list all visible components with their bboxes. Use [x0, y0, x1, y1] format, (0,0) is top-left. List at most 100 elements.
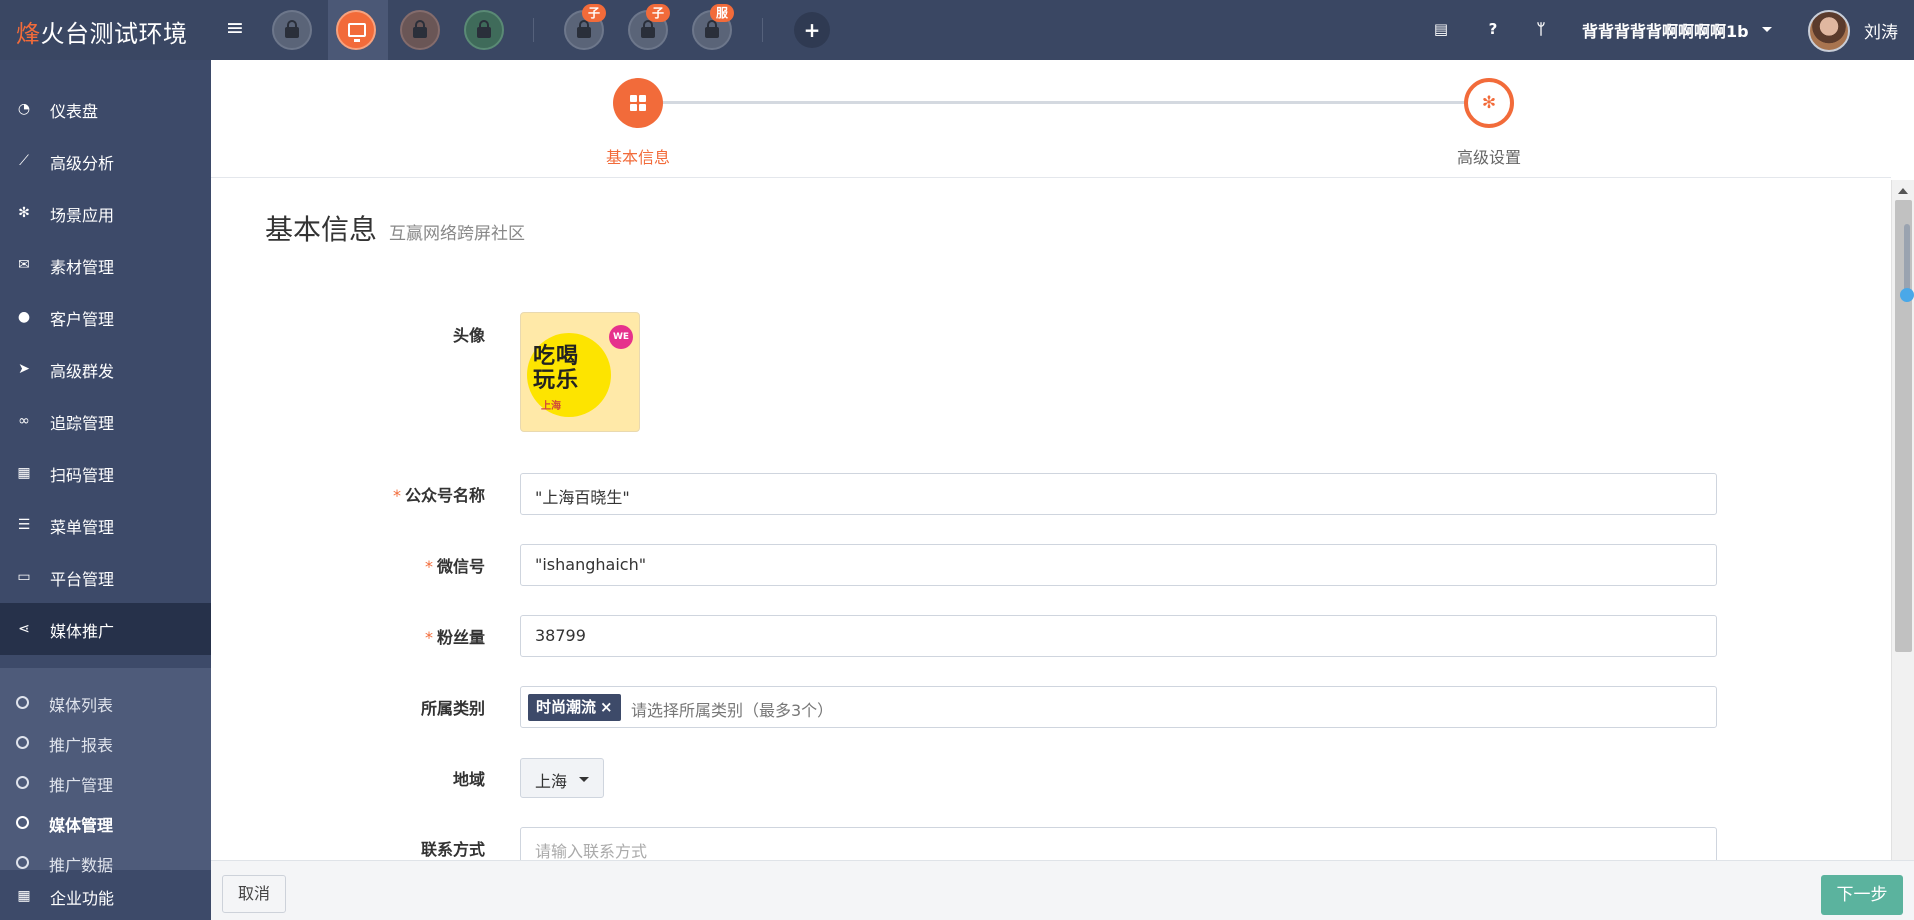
- header-divider: [533, 18, 534, 42]
- label-text: 地域: [452, 770, 485, 789]
- chevron-down-icon: [579, 777, 589, 782]
- contact-label: 联系方式: [311, 836, 485, 860]
- brand-text: 火台测试环境: [40, 20, 188, 48]
- account-name-input[interactable]: "上海百晓生": [520, 473, 1717, 515]
- label-text: 头像: [452, 326, 485, 345]
- close-icon[interactable]: ×: [600, 698, 613, 716]
- footer-bar: 取消 下一步: [211, 860, 1914, 920]
- submenu-item-label: 媒体列表: [49, 696, 114, 715]
- sidebar-item-label: 素材管理: [50, 258, 115, 277]
- main-content: ✻ 基本信息 高级设置 基本信息 互赢网络跨屏社区 头像 吃喝 玩乐 上海 WE …: [211, 60, 1914, 920]
- logo-badge: WE: [609, 325, 633, 349]
- sidebar-item-customers[interactable]: ● 客户管理: [0, 291, 211, 343]
- logo-sub: 上海: [541, 401, 561, 412]
- circle-icon: [16, 696, 29, 709]
- label-text: 粉丝量: [436, 628, 485, 647]
- sidebar-item-label: 媒体推广: [50, 622, 115, 641]
- org-selector[interactable]: 背背背背背啊啊啊啊1b: [1582, 18, 1749, 42]
- lock-icon: [413, 20, 427, 38]
- lock-icon: [477, 20, 491, 38]
- category-tag[interactable]: 时尚潮流 ×: [528, 694, 621, 721]
- cancel-button[interactable]: 取消: [222, 875, 286, 913]
- fans-count-input[interactable]: 38799: [520, 615, 1717, 657]
- scroll-up-icon[interactable]: [1898, 188, 1908, 194]
- contact-input[interactable]: 请输入联系方式: [520, 827, 1717, 863]
- label-text: 所属类别: [420, 699, 485, 718]
- sidebar-item-analysis[interactable]: ⟋ 高级分析: [0, 135, 211, 187]
- submenu-media: 媒体列表 推广报表 推广管理 媒体管理 推广数据: [0, 668, 211, 875]
- sidebar-item-tracking[interactable]: ∞ 追踪管理: [0, 395, 211, 447]
- section-subtitle: 互赢网络跨屏社区: [389, 224, 525, 244]
- username[interactable]: 刘涛: [1864, 18, 1898, 43]
- app-badge: 服: [710, 4, 734, 22]
- screen-share-icon[interactable]: [336, 10, 376, 50]
- app-lock-1-icon[interactable]: [272, 10, 312, 50]
- share-icon: ⋖: [18, 621, 30, 637]
- sidebar-item-enterprise[interactable]: ▦ 企业功能: [0, 870, 211, 920]
- lock-icon: [641, 20, 655, 38]
- sidebar-item-media-promotion[interactable]: ⋖ 媒体推广: [0, 603, 211, 655]
- required-mark: *: [424, 557, 433, 576]
- submenu-item-media-list[interactable]: 媒体列表: [0, 682, 211, 722]
- submenu-item-media-manage[interactable]: 媒体管理: [0, 802, 211, 842]
- region-label: 地域: [311, 766, 485, 790]
- plus-icon[interactable]: +: [794, 12, 830, 48]
- grid-icon: [630, 95, 646, 111]
- account-avatar-upload[interactable]: 吃喝 玩乐 上海 WE: [520, 312, 640, 432]
- sidebar-item-label: 客户管理: [50, 310, 115, 329]
- circle-icon: [16, 776, 29, 789]
- avatar[interactable]: [1808, 10, 1850, 52]
- step-label-advanced: 高级设置: [1456, 148, 1521, 167]
- grid-cell: [639, 104, 646, 111]
- app-sub-2-icon[interactable]: 子: [628, 4, 670, 50]
- app-lock-2-icon[interactable]: [400, 10, 440, 50]
- sidebar-nav: ◔ 仪表盘 ⟋ 高级分析 ✻ 场景应用 ✉ 素材管理 ● 客户管理 ➤ 高级群发 ∞ 追踪管理…: [0, 60, 211, 920]
- sidebar-item-scenes[interactable]: ✻ 场景应用: [0, 187, 211, 239]
- hamburger-icon[interactable]: ≡: [222, 16, 248, 42]
- submenu-item-promo-manage[interactable]: 推广管理: [0, 762, 211, 802]
- category-select[interactable]: 时尚潮流 × 请选择所属类别（最多3个）: [520, 686, 1717, 728]
- submenu-item-label: 推广报表: [49, 736, 114, 755]
- sidebar-item-dashboard[interactable]: ◔ 仪表盘: [0, 83, 211, 135]
- app-service-icon[interactable]: 服: [692, 4, 734, 50]
- gear-icon: ✻: [1481, 93, 1497, 113]
- sidebar-item-label: 追踪管理: [50, 414, 115, 433]
- sidebar-item-menus[interactable]: ☰ 菜单管理: [0, 499, 211, 551]
- step-connector: [638, 101, 1490, 104]
- send-icon: ➤: [18, 361, 30, 377]
- dropdown-value: 上海: [535, 772, 568, 791]
- logo-text: 吃喝 玩乐: [533, 345, 613, 393]
- sidebar-item-platform[interactable]: ▭ 平台管理: [0, 551, 211, 603]
- help-icon[interactable]: ?: [1482, 18, 1504, 40]
- step-basic-info[interactable]: [613, 78, 663, 128]
- header-divider: [762, 18, 763, 42]
- step-advanced-settings[interactable]: ✻: [1464, 78, 1514, 128]
- region-dropdown[interactable]: 上海: [520, 758, 604, 798]
- sidebar-item-label: 企业功能: [50, 889, 115, 908]
- logo-line: 玩乐: [533, 368, 580, 393]
- wizard-steps: ✻ 基本信息 高级设置: [211, 60, 1891, 178]
- step-label-basic: 基本信息: [605, 148, 670, 167]
- branch-icon[interactable]: ᛘ: [1530, 18, 1552, 40]
- required-mark: *: [424, 628, 433, 647]
- chevron-down-icon[interactable]: [1762, 27, 1772, 32]
- app-lock-3-icon[interactable]: [464, 10, 504, 50]
- screen-glyph: [348, 23, 366, 42]
- brand-accent: 烽: [16, 20, 41, 48]
- top-header: 烽火台测试环境 ≡ 子 子 服 + ▤ ? ᛘ 背背背背背啊啊啊啊1b 刘涛: [0, 0, 1914, 60]
- submenu-item-promo-report[interactable]: 推广报表: [0, 722, 211, 762]
- wechat-label: * 微信号: [311, 553, 485, 577]
- category-placeholder: 请选择所属类别（最多3个）: [631, 701, 834, 720]
- brand-logo[interactable]: 烽火台测试环境: [16, 14, 188, 49]
- next-button[interactable]: 下一步: [1821, 875, 1903, 915]
- sidebar-item-label: 高级分析: [50, 154, 115, 173]
- list-icon: ☰: [17, 517, 31, 533]
- circle-icon: [16, 736, 29, 749]
- sidebar-item-broadcast[interactable]: ➤ 高级群发: [0, 343, 211, 395]
- submenu-item-label: 媒体管理: [49, 816, 114, 835]
- wechat-id-input[interactable]: "ishanghaich": [520, 544, 1717, 586]
- book-icon[interactable]: ▤: [1430, 18, 1452, 40]
- app-sub-1-icon[interactable]: 子: [564, 4, 606, 50]
- sidebar-item-materials[interactable]: ✉ 素材管理: [0, 239, 211, 291]
- sidebar-item-qrcode[interactable]: ▦ 扫码管理: [0, 447, 211, 499]
